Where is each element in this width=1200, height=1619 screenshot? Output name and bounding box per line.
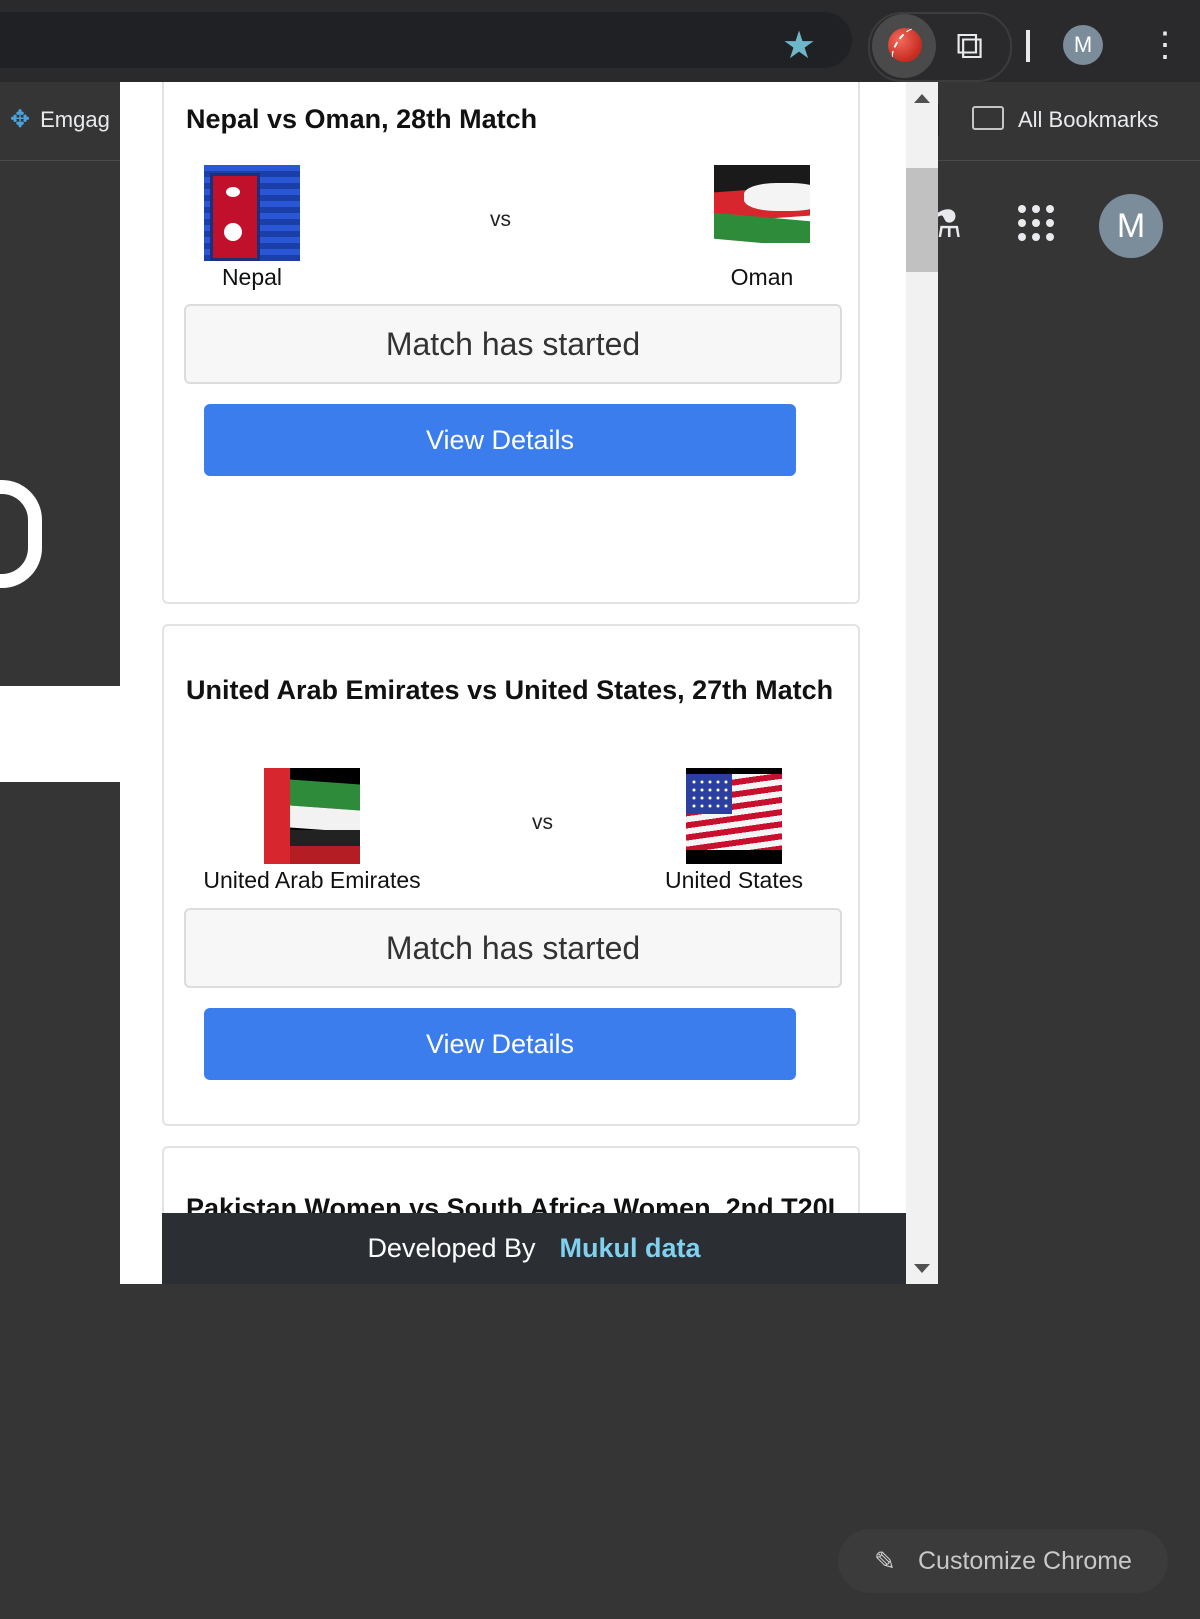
- nepal-flag-image: [204, 165, 300, 261]
- team-1: Nepal: [122, 165, 382, 291]
- usa-flag-image: [686, 768, 782, 864]
- customize-chrome-label: Customize Chrome: [918, 1547, 1132, 1575]
- profile-avatar[interactable]: M: [1063, 25, 1103, 65]
- footer-bar: Developed By Mukul data: [162, 1213, 906, 1284]
- match-status: Match has started: [184, 908, 842, 988]
- team-1-name: United Arab Emirates: [203, 867, 421, 893]
- account-avatar[interactable]: M: [1099, 194, 1163, 258]
- view-details-button[interactable]: View Details: [204, 404, 796, 476]
- team-2: Oman: [632, 165, 892, 291]
- oman-flag-image: [714, 165, 810, 261]
- bookmark-favicon-icon: ✥: [10, 106, 31, 133]
- search-box-fragment: [0, 686, 130, 782]
- puzzle-icon[interactable]: ⧉: [956, 24, 983, 68]
- customize-chrome-button[interactable]: ✎ Customize Chrome: [838, 1529, 1168, 1593]
- team-1: United Arab Emirates: [182, 768, 442, 894]
- vs-label: vs: [490, 208, 511, 231]
- address-bar[interactable]: [0, 12, 852, 68]
- scroll-up-arrow-icon[interactable]: [914, 94, 930, 103]
- all-bookmarks-label: All Bookmarks: [1018, 107, 1159, 132]
- match-card: United Arab Emirates vs United States, 2…: [162, 624, 860, 1126]
- toolbar-divider: [1026, 30, 1030, 62]
- star-icon[interactable]: ★: [782, 26, 816, 66]
- team-2-name: Oman: [730, 264, 794, 290]
- uae-flag-image: [264, 768, 360, 864]
- popup-scrollbar[interactable]: [906, 82, 938, 1284]
- team-2-name: United States: [664, 867, 804, 893]
- google-logo-fragment: [0, 480, 42, 588]
- vs-label: vs: [532, 811, 553, 834]
- team-1-name: Nepal: [221, 264, 283, 290]
- pencil-icon: ✎: [874, 1546, 896, 1576]
- match-title: United Arab Emirates vs United States, 2…: [186, 675, 834, 705]
- folder-icon: [972, 106, 1004, 130]
- scroll-down-arrow-icon[interactable]: [914, 1264, 930, 1273]
- team-2: United States: [604, 768, 864, 894]
- all-bookmarks-button[interactable]: All Bookmarks: [972, 103, 1159, 137]
- cricket-ball-icon: [888, 28, 922, 62]
- match-status: Match has started: [184, 304, 842, 384]
- footer-author-link[interactable]: Mukul data: [560, 1233, 701, 1263]
- match-title: Nepal vs Oman, 28th Match: [186, 104, 538, 134]
- footer-prefix: Developed By: [367, 1233, 536, 1263]
- scrollbar-thumb[interactable]: [906, 168, 938, 272]
- apps-grid-icon[interactable]: [1018, 205, 1054, 241]
- popup-content: Nepal vs Oman, 28th Match Nepal vs Oman …: [120, 82, 906, 1284]
- kebab-menu-icon[interactable]: ⋮: [1148, 20, 1182, 70]
- bookmark-label: Emgag: [40, 107, 110, 132]
- bookmark-item[interactable]: ✥ Emgag: [10, 103, 110, 137]
- view-details-button[interactable]: View Details: [204, 1008, 796, 1080]
- match-card: Nepal vs Oman, 28th Match Nepal vs Oman …: [162, 82, 860, 604]
- extension-popup: Nepal vs Oman, 28th Match Nepal vs Oman …: [120, 82, 938, 1284]
